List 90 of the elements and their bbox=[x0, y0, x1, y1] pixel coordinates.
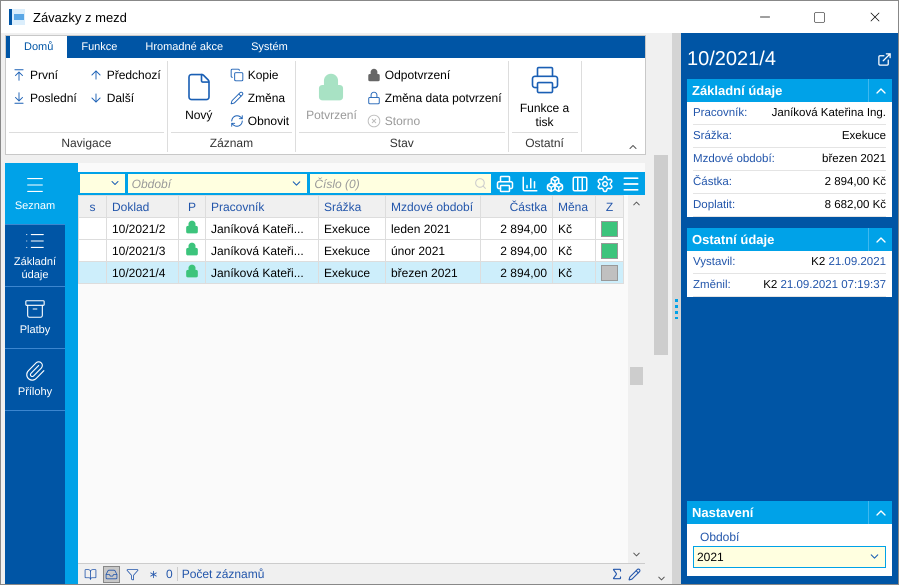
table-cell: Kč bbox=[552, 262, 596, 284]
table-cell: březen 2021 bbox=[386, 262, 480, 284]
columns-icon[interactable] bbox=[570, 174, 589, 192]
section-title: Ostatní údaje bbox=[691, 232, 774, 247]
printer-icon bbox=[530, 64, 560, 94]
filter-field[interactable]: Období bbox=[128, 174, 308, 193]
printer-icon[interactable] bbox=[496, 174, 514, 192]
column-header[interactable]: Z bbox=[596, 196, 624, 218]
open-external-icon[interactable] bbox=[877, 52, 892, 66]
ribbon-button[interactable]: První bbox=[12, 63, 77, 86]
field-value: 8 682,00 Kč bbox=[824, 199, 886, 211]
arrow-down-to-line-icon bbox=[12, 90, 26, 104]
field-value: březen 2021 bbox=[822, 153, 886, 165]
record-count: 0 bbox=[166, 567, 173, 581]
column-header[interactable]: Srážka bbox=[318, 196, 386, 218]
scrollbar-thumb[interactable] bbox=[654, 155, 668, 355]
field-label: Změnil: bbox=[693, 279, 731, 291]
lock-icon bbox=[366, 68, 381, 82]
field-label: Částka: bbox=[693, 176, 732, 188]
group-title: Ostatní bbox=[512, 132, 578, 152]
ribbon-button[interactable]: Nový bbox=[174, 61, 224, 132]
ribbon-button[interactable]: Další bbox=[88, 86, 161, 109]
field-label: Pracovník: bbox=[693, 107, 748, 119]
ribbon-button[interactable]: Předchozí bbox=[88, 63, 161, 86]
field-label: Vystavil: bbox=[693, 256, 736, 268]
column-header[interactable]: Mzdové období bbox=[386, 196, 480, 218]
group-title: Navigace bbox=[9, 132, 164, 152]
copy-icon bbox=[230, 68, 244, 82]
filter-icon bbox=[126, 568, 139, 580]
ribbon-button[interactable]: Obnovit bbox=[230, 109, 290, 132]
ribbon-button[interactable]: Kopie bbox=[230, 63, 290, 86]
filter-field[interactable]: Číslo (0) bbox=[310, 174, 491, 193]
ribbon-tab[interactable]: Funkce bbox=[67, 36, 132, 58]
ribbon-button[interactable]: Funkce a tisk bbox=[514, 61, 575, 132]
app-logo-icon bbox=[9, 9, 25, 25]
toolbar-button[interactable] bbox=[103, 566, 120, 582]
field-value: K2 21.09.2021 07:19:37 bbox=[763, 279, 886, 291]
group-title: Stav bbox=[299, 132, 505, 152]
filter-field[interactable] bbox=[80, 174, 125, 193]
column-header[interactable]: Doklad bbox=[106, 196, 178, 218]
table-cell: 2 894,00 bbox=[480, 262, 552, 284]
ribbon-tab[interactable]: Domů bbox=[10, 36, 68, 58]
ribbon-button[interactable]: Poslední bbox=[12, 86, 77, 109]
column-header[interactable]: Měna bbox=[552, 196, 596, 218]
detail-title: 10/2021/4 bbox=[687, 48, 776, 70]
ribbon-button[interactable]: Změna data potvrzení bbox=[366, 86, 502, 109]
status-label: Počet záznamů bbox=[176, 567, 268, 581]
cancel-icon bbox=[366, 114, 381, 128]
chart-icon[interactable] bbox=[520, 174, 539, 192]
inbox-icon bbox=[105, 568, 118, 580]
arrow-up-icon bbox=[88, 68, 103, 82]
table-cell: 10/2021/4 bbox=[106, 262, 178, 284]
paperclip-icon bbox=[24, 360, 46, 382]
maximize-icon[interactable] bbox=[813, 10, 826, 24]
section-title: Základní údaje bbox=[691, 83, 782, 98]
field-value: 2 894,00 Kč bbox=[824, 176, 886, 188]
field-value: Exekuce bbox=[842, 130, 886, 142]
scrollbar[interactable] bbox=[628, 195, 645, 563]
settings-icon[interactable] bbox=[596, 174, 614, 192]
scrollbar-thumb[interactable] bbox=[630, 367, 643, 385]
column-header[interactable]: Pracovník bbox=[206, 196, 318, 218]
column-header[interactable]: Částka bbox=[480, 196, 552, 218]
column-header[interactable]: P bbox=[178, 196, 206, 218]
arrow-up-to-line-icon bbox=[12, 68, 26, 82]
group-title: Záznam bbox=[170, 132, 292, 152]
field-label: Doplatit: bbox=[693, 199, 736, 211]
pencil-icon bbox=[230, 90, 244, 104]
ribbon-button[interactable]: Změna bbox=[230, 86, 290, 109]
pencil-icon[interactable] bbox=[628, 568, 641, 580]
window-title: Závazky z mezd bbox=[33, 10, 128, 24]
book-icon bbox=[84, 568, 97, 580]
ribbon-tab[interactable]: Hromadné akce bbox=[131, 36, 238, 58]
cubes-icon[interactable] bbox=[546, 174, 564, 192]
field-label: Srážka: bbox=[693, 130, 732, 142]
archive-icon bbox=[24, 298, 46, 320]
column-header[interactable]: s bbox=[78, 196, 106, 218]
field-value: Janíková Kateřina Ing. bbox=[772, 107, 886, 119]
field-label: Mzdové období: bbox=[693, 153, 775, 165]
section-title: Nastavení bbox=[691, 505, 754, 520]
table-cell: Janíková Kateři... bbox=[206, 262, 318, 284]
sum-icon[interactable] bbox=[610, 567, 624, 581]
arrow-down-icon bbox=[88, 90, 103, 104]
lock-icon bbox=[366, 90, 381, 104]
field-label: Období bbox=[699, 529, 740, 546]
period-field[interactable]: 2021 bbox=[693, 546, 886, 568]
ribbon-tab[interactable]: Systém bbox=[237, 36, 302, 58]
table-cell: Exekuce bbox=[318, 262, 386, 284]
ribbon-button[interactable]: Odpotvrzení bbox=[366, 63, 502, 86]
refresh-icon bbox=[230, 114, 244, 128]
field-value: K2 21.09.2021 bbox=[811, 256, 886, 268]
